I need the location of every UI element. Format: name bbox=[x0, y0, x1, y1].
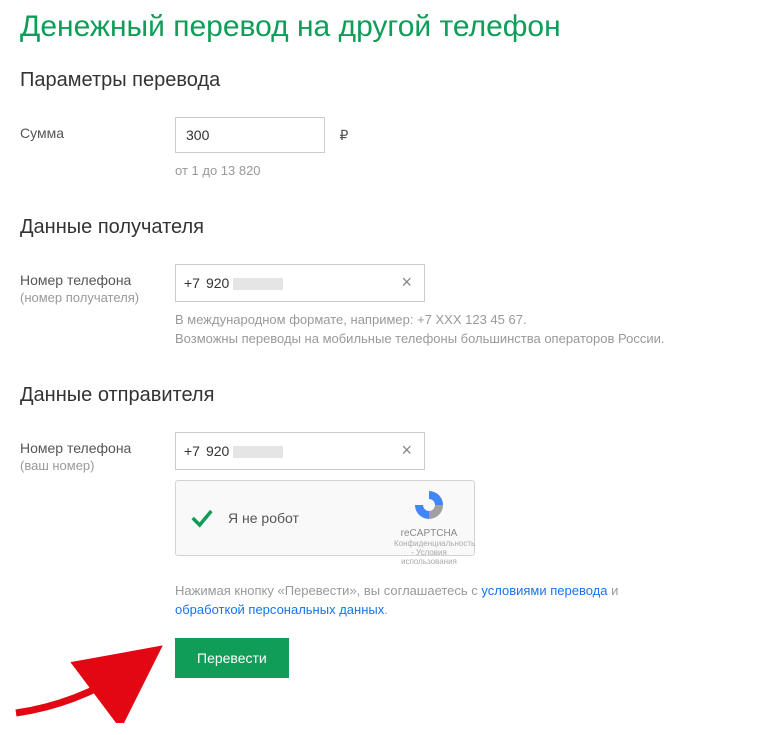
sender-phone-input[interactable]: +7 920 × bbox=[175, 432, 425, 470]
section-params-title: Параметры перевода bbox=[20, 69, 743, 92]
phone-prefix: +7 bbox=[184, 443, 200, 459]
section-sender-title: Данные отправителя bbox=[20, 384, 743, 407]
recipient-hint: В международном формате, например: +7 XX… bbox=[175, 310, 743, 349]
phone-prefix: +7 bbox=[184, 275, 200, 291]
sender-row: Номер телефона (ваш номер) +7 920 × Я не… bbox=[20, 432, 743, 678]
masked-segment bbox=[233, 278, 283, 290]
recaptcha-brand: reCAPTCHA bbox=[394, 528, 464, 539]
section-recipient-title: Данные получателя bbox=[20, 216, 743, 239]
recipient-phone-input[interactable]: +7 920 × bbox=[175, 264, 425, 302]
sender-phone-sublabel: (ваш номер) bbox=[20, 458, 175, 473]
sender-phone-label: Номер телефона bbox=[20, 440, 175, 456]
recipient-phone-partial: 920 bbox=[206, 275, 229, 291]
recaptcha-terms: Конфиденциальность - Условия использован… bbox=[394, 539, 464, 566]
clear-icon[interactable]: × bbox=[397, 272, 416, 293]
consent-text: Нажимая кнопку «Перевести», вы соглашает… bbox=[175, 581, 675, 620]
sender-phone-partial: 920 bbox=[206, 443, 229, 459]
page-title: Денежный перевод на другой телефон bbox=[20, 10, 743, 44]
phone-value: 920 bbox=[206, 443, 398, 459]
amount-hint: от 1 до 13 820 bbox=[175, 161, 743, 181]
consent-suffix: . bbox=[384, 602, 388, 617]
amount-label: Сумма bbox=[20, 125, 175, 141]
recipient-row: Номер телефона (номер получателя) +7 920… bbox=[20, 264, 743, 349]
recipient-phone-label: Номер телефона bbox=[20, 272, 175, 288]
clear-icon[interactable]: × bbox=[397, 440, 416, 461]
checkmark-icon bbox=[188, 504, 216, 532]
currency-symbol: ₽ bbox=[339, 127, 348, 143]
terms-link[interactable]: условиями перевода bbox=[481, 583, 607, 598]
phone-value: 920 bbox=[206, 275, 398, 291]
consent-middle: и bbox=[608, 583, 619, 598]
consent-prefix: Нажимая кнопку «Перевести», вы соглашает… bbox=[175, 583, 481, 598]
recaptcha-widget[interactable]: Я не робот reCAPTCHA Конфиденциальность … bbox=[175, 480, 475, 556]
recipient-phone-sublabel: (номер получателя) bbox=[20, 290, 175, 305]
amount-row: Сумма ₽ от 1 до 13 820 bbox=[20, 117, 743, 181]
masked-segment bbox=[233, 446, 283, 458]
privacy-link[interactable]: обработкой персональных данных bbox=[175, 602, 384, 617]
amount-input[interactable] bbox=[175, 117, 325, 153]
recaptcha-label: Я не робот bbox=[228, 510, 299, 526]
submit-button[interactable]: Перевести bbox=[175, 638, 289, 678]
recaptcha-icon bbox=[413, 489, 445, 521]
